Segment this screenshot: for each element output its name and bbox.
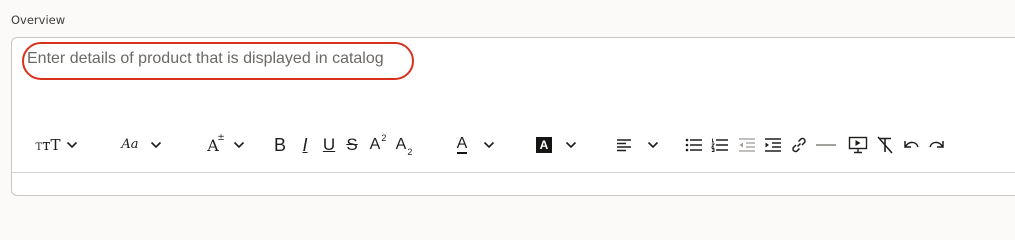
rich-text-editor: Enter details of product that is display… [11, 37, 1015, 196]
clear-formatting-icon [877, 136, 893, 154]
chevron-down-icon [233, 141, 245, 149]
highlight-color-button[interactable]: A [534, 135, 554, 155]
strikethrough-icon: S [346, 135, 358, 154]
editor-toolbar: TтT Aa A ± B I U S A 2 A 2 A A [12, 120, 1015, 170]
subscript-icon: A2 [395, 136, 413, 157]
font-size-dropdown[interactable] [232, 135, 246, 155]
undo-icon [904, 141, 919, 148]
font-family-icon: Aa [121, 137, 139, 152]
superscript-icon: A2 [369, 133, 387, 153]
highlight-color-icon: A [536, 137, 552, 153]
clear-formatting-button[interactable] [874, 135, 896, 155]
editor-content-area[interactable]: Enter details of product that is display… [12, 38, 1015, 120]
horizontal-rule-icon [816, 144, 836, 146]
strikethrough-button[interactable]: S [343, 135, 361, 155]
link-button[interactable] [789, 135, 809, 155]
bulleted-list-button[interactable] [684, 135, 704, 155]
italic-button[interactable]: I [296, 135, 314, 155]
chevron-down-icon [150, 141, 162, 149]
outdent-button[interactable] [737, 135, 757, 155]
redo-button[interactable] [926, 135, 948, 155]
font-style-button[interactable]: TтT [35, 135, 61, 155]
indent-button[interactable] [763, 135, 783, 155]
font-family-dropdown[interactable] [149, 135, 163, 155]
chevron-down-icon [66, 141, 78, 149]
highlight-color-dropdown[interactable] [564, 135, 578, 155]
insert-media-icon [848, 136, 868, 154]
link-icon [792, 137, 806, 153]
align-button[interactable] [615, 135, 633, 155]
underline-icon: U [322, 135, 336, 154]
redo-icon [929, 141, 944, 148]
bold-icon: B [273, 134, 286, 155]
italic-icon: I [302, 134, 308, 155]
editor-footer-divider [12, 172, 1015, 173]
chevron-down-icon [483, 141, 495, 149]
horizontal-rule-button[interactable] [815, 135, 837, 155]
text-color-icon: A [456, 135, 468, 154]
font-size-icon: A ± [207, 132, 225, 155]
bulleted-list-icon [685, 138, 702, 152]
overview-label: Overview [11, 13, 66, 27]
chevron-down-icon [565, 141, 577, 149]
undo-button[interactable] [900, 135, 922, 155]
chevron-down-icon [647, 141, 659, 149]
outdent-icon [739, 138, 755, 152]
numbered-list-button[interactable] [710, 135, 730, 155]
insert-media-button[interactable] [847, 135, 869, 155]
align-icon [617, 139, 631, 152]
font-style-icon: TтT [35, 136, 61, 154]
font-family-button[interactable]: Aa [118, 135, 142, 155]
font-size-button[interactable]: A ± [201, 132, 225, 155]
font-style-dropdown[interactable] [65, 135, 79, 155]
numbered-list-icon [711, 138, 728, 152]
text-color-dropdown[interactable] [482, 135, 496, 155]
underline-button[interactable]: U [320, 135, 338, 155]
text-color-button[interactable]: A [452, 135, 472, 155]
editor-placeholder: Enter details of product that is display… [27, 50, 384, 67]
align-dropdown[interactable] [646, 135, 660, 155]
superscript-button[interactable]: A2 [365, 133, 387, 155]
subscript-button[interactable]: A2 [391, 135, 413, 157]
bold-button[interactable]: B [271, 135, 289, 155]
indent-icon [765, 138, 781, 152]
